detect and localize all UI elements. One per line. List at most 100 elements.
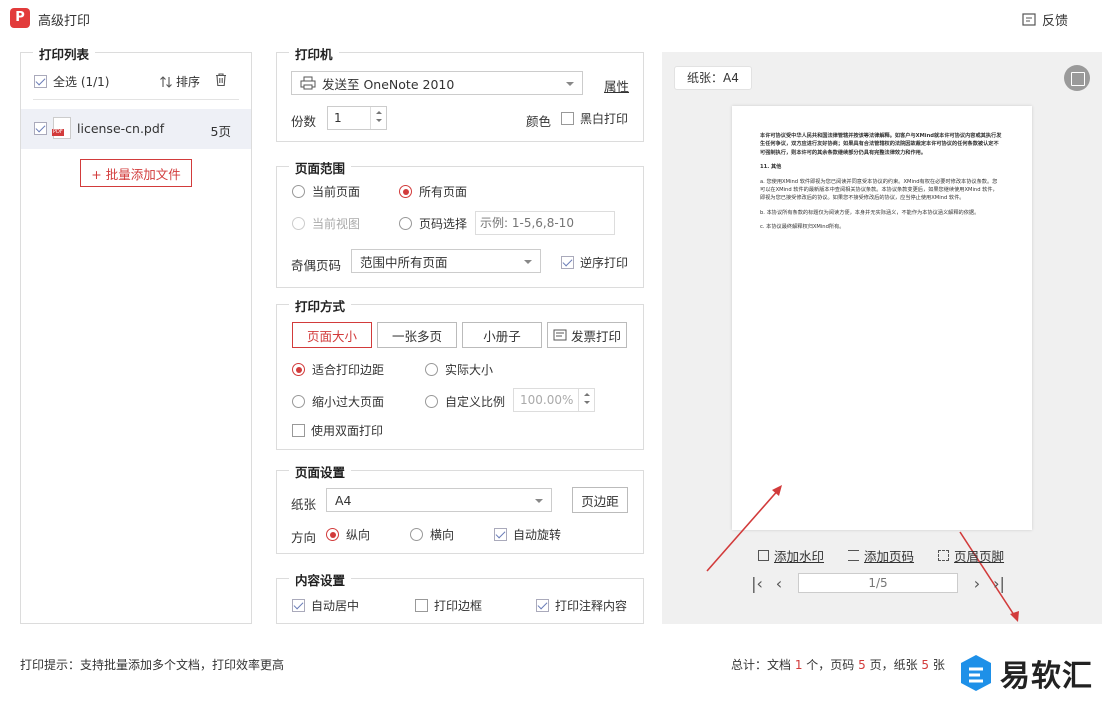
- printer-properties-link[interactable]: 属性: [604, 76, 629, 95]
- page-paragraph: b. 本协议所有条款的标题仅为阅读方便，本身并无实际涵义，不能作为本协议涵义解释…: [760, 209, 980, 216]
- radio-icon: [410, 528, 423, 541]
- paper-size-tag: 纸张：A4: [674, 66, 752, 90]
- all-pages-label: 所有页面: [419, 185, 468, 199]
- invoice-icon: [553, 329, 567, 341]
- page-select-input[interactable]: [475, 211, 615, 235]
- paper-select[interactable]: A4: [326, 488, 552, 512]
- shrink-label: 缩小过大页面: [312, 395, 385, 409]
- tab-page-size[interactable]: 页面大小: [292, 322, 372, 348]
- radio-current-page[interactable]: 当前页面: [292, 183, 360, 200]
- last-page-icon[interactable]: ›|: [988, 572, 1010, 594]
- radio-custom-scale[interactable]: 自定义比例: [425, 393, 505, 410]
- reverse-print-checkbox[interactable]: 逆序打印: [561, 254, 628, 271]
- content-setup-title: 内容设置: [289, 570, 352, 589]
- feedback-button[interactable]: 反馈: [1022, 10, 1068, 29]
- summary-text: 总计：文档: [731, 658, 795, 672]
- divider: [33, 99, 239, 100]
- window-title: 高级打印: [38, 14, 91, 29]
- radio-icon: [292, 217, 305, 230]
- radio-icon: [292, 363, 305, 376]
- radio-landscape[interactable]: 横向: [410, 526, 454, 543]
- checkbox-icon: [292, 424, 305, 437]
- print-annotations-label: 打印注释内容: [555, 599, 628, 613]
- checkbox-icon: [34, 75, 47, 88]
- file-list-item[interactable]: PDF license-cn.pdf 5页: [21, 109, 251, 149]
- file-name: license-cn.pdf: [77, 121, 165, 136]
- radio-actual-size[interactable]: 实际大小: [425, 361, 493, 378]
- chevron-down-icon: [566, 82, 574, 86]
- radio-icon: [326, 528, 339, 541]
- header-footer-icon: [938, 550, 950, 561]
- pdf-badge: PDF: [52, 129, 64, 136]
- page-setup-group: 页面设置 纸张 A4 页边距 方向 纵向 横向 自动旋转: [276, 462, 644, 554]
- print-border-checkbox[interactable]: 打印边框: [415, 597, 482, 614]
- summary-sheets: 5: [921, 658, 930, 672]
- tab-invoice-print[interactable]: 发票打印: [547, 322, 627, 348]
- radio-icon: [399, 217, 412, 230]
- auto-rotate-label: 自动旋转: [513, 528, 562, 542]
- print-annotations-checkbox[interactable]: 打印注释内容: [536, 597, 627, 614]
- watermark-icon: [758, 550, 769, 561]
- radio-page-select[interactable]: 页码选择: [399, 215, 467, 232]
- summary-text: 张: [929, 658, 945, 672]
- portrait-label: 纵向: [346, 528, 371, 542]
- paper-value: A4: [335, 492, 352, 508]
- copies-value: 1: [334, 111, 342, 125]
- radio-icon: [399, 185, 412, 198]
- add-page-number-button[interactable]: 添加页码: [848, 546, 914, 565]
- batch-add-files-button[interactable]: + 批量添加文件: [80, 159, 192, 187]
- scale-stepper[interactable]: 100.00%: [513, 388, 595, 412]
- current-view-label: 当前视图: [312, 217, 361, 231]
- page-navigator: |‹ ‹ 1/5 › ›|: [746, 572, 1010, 594]
- radio-fit-margin[interactable]: 适合打印边距: [292, 361, 384, 378]
- radio-shrink[interactable]: 缩小过大页面: [292, 393, 384, 410]
- checkbox-icon: [292, 599, 305, 612]
- page-paragraph: 本许可协议受中华人民共和国法律管辖并按该等法律解释。如客户与XMind就本许可协…: [760, 133, 1002, 156]
- page-indicator[interactable]: 1/5: [798, 573, 958, 593]
- duplex-checkbox[interactable]: 使用双面打印: [292, 422, 383, 439]
- reverse-print-label: 逆序打印: [580, 256, 629, 270]
- tab-multi-page[interactable]: 一张多页: [377, 322, 457, 348]
- preview-page: 本许可协议受中华人民共和国法律管辖并按该等法律解释。如客户与XMind就本许可协…: [732, 106, 1032, 530]
- stepper-arrows-icon[interactable]: [578, 389, 594, 411]
- bw-print-checkbox[interactable]: 黑白打印: [561, 110, 628, 127]
- next-page-icon[interactable]: ›: [966, 572, 988, 594]
- radio-icon: [425, 363, 438, 376]
- margins-button[interactable]: 页边距: [572, 487, 628, 513]
- prev-page-icon[interactable]: ‹: [768, 572, 790, 594]
- page-range-title: 页面范围: [289, 158, 352, 177]
- tab-booklet[interactable]: 小册子: [462, 322, 542, 348]
- stepper-arrows-icon[interactable]: [370, 107, 386, 129]
- trash-icon: [216, 73, 226, 87]
- file-checkbox[interactable]: [34, 122, 53, 135]
- first-page-icon[interactable]: |‹: [746, 572, 768, 594]
- checkbox-icon: [415, 599, 428, 612]
- radio-portrait[interactable]: 纵向: [326, 526, 370, 543]
- auto-rotate-checkbox[interactable]: 自动旋转: [494, 526, 561, 543]
- file-pages: 5页: [210, 124, 231, 139]
- add-watermark-button[interactable]: 添加水印: [758, 546, 824, 565]
- auto-center-checkbox[interactable]: 自动居中: [292, 597, 359, 614]
- checkbox-icon: [494, 528, 507, 541]
- color-label: 颜色: [526, 114, 552, 129]
- header-footer-button[interactable]: 页眉页脚: [938, 546, 1004, 565]
- select-all-label: 全选 (1/1): [53, 75, 110, 89]
- delete-button[interactable]: [214, 72, 228, 87]
- add-watermark-label: 添加水印: [774, 549, 825, 564]
- select-all-checkbox[interactable]: 全选 (1/1): [34, 73, 110, 90]
- print-border-label: 打印边框: [434, 599, 483, 613]
- fit-margin-label: 适合打印边距: [312, 363, 385, 377]
- radio-all-pages[interactable]: 所有页面: [399, 183, 467, 200]
- radio-current-view[interactable]: 当前视图: [292, 215, 360, 232]
- chevron-down-icon: [524, 260, 532, 264]
- watermark-text: 易软汇: [1000, 659, 1093, 694]
- checkbox-icon: [536, 599, 549, 612]
- copies-label: 份数: [291, 114, 317, 129]
- copies-stepper[interactable]: 1: [327, 106, 387, 130]
- fullscreen-icon[interactable]: [1064, 65, 1090, 91]
- feedback-icon: [1022, 12, 1036, 26]
- printer-select[interactable]: 发送至 OneNote 2010: [291, 71, 583, 95]
- odd-even-select[interactable]: 范围中所有页面: [351, 249, 541, 273]
- sort-button[interactable]: 排序: [159, 73, 200, 90]
- content-setup-group: 内容设置 自动居中 打印边框 打印注释内容: [276, 570, 644, 624]
